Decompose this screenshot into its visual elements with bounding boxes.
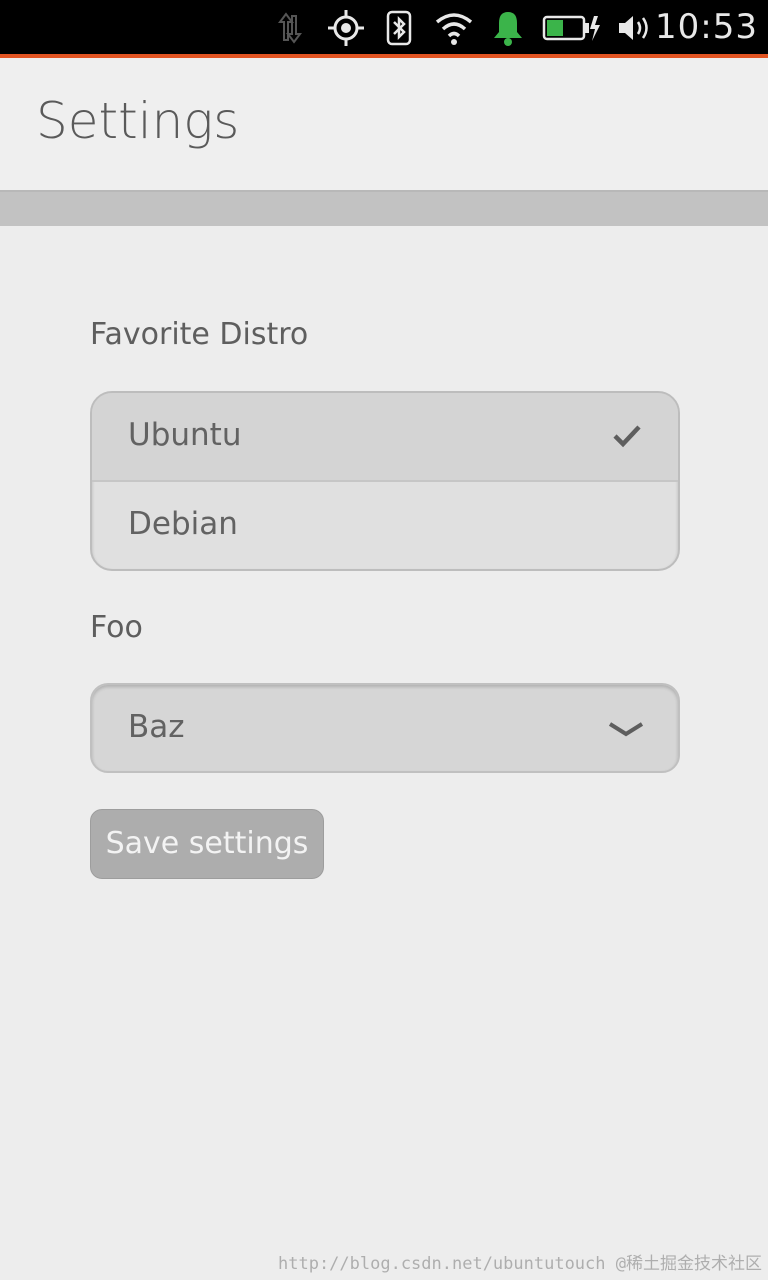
foo-dropdown[interactable]: Baz: [90, 683, 680, 773]
watermark: http://blog.csdn.net/ubuntutouch @稀土掘金技术…: [278, 1254, 762, 1274]
distro-option-ubuntu[interactable]: Ubuntu: [92, 393, 678, 482]
page-header: Settings: [0, 58, 768, 190]
distro-option-label: Debian: [128, 506, 238, 542]
volume-icon: [619, 16, 648, 40]
chevron-down-icon: [608, 722, 644, 737]
favorite-distro-label: Favorite Distro: [90, 317, 309, 352]
distro-option-label: Ubuntu: [128, 417, 242, 453]
checkmark-icon: [613, 425, 641, 448]
distro-option-debian[interactable]: Debian: [92, 482, 678, 569]
location-icon: [328, 10, 364, 46]
battery-charging-icon: [542, 15, 600, 41]
wifi-icon: [435, 13, 473, 45]
foo-dropdown-value: Baz: [128, 709, 185, 745]
header-divider: [0, 190, 768, 226]
page-title: Settings: [36, 92, 240, 150]
clock: 10:53: [655, 7, 758, 47]
status-bar: 10:53: [0, 0, 768, 58]
foo-label: Foo: [90, 610, 143, 645]
favorite-distro-selector: Ubuntu Debian: [90, 391, 680, 571]
data-transfer-icon: [278, 12, 302, 44]
notification-bell-icon: [494, 12, 522, 46]
save-settings-button[interactable]: Save settings: [90, 809, 324, 879]
bluetooth-icon: [386, 10, 412, 46]
